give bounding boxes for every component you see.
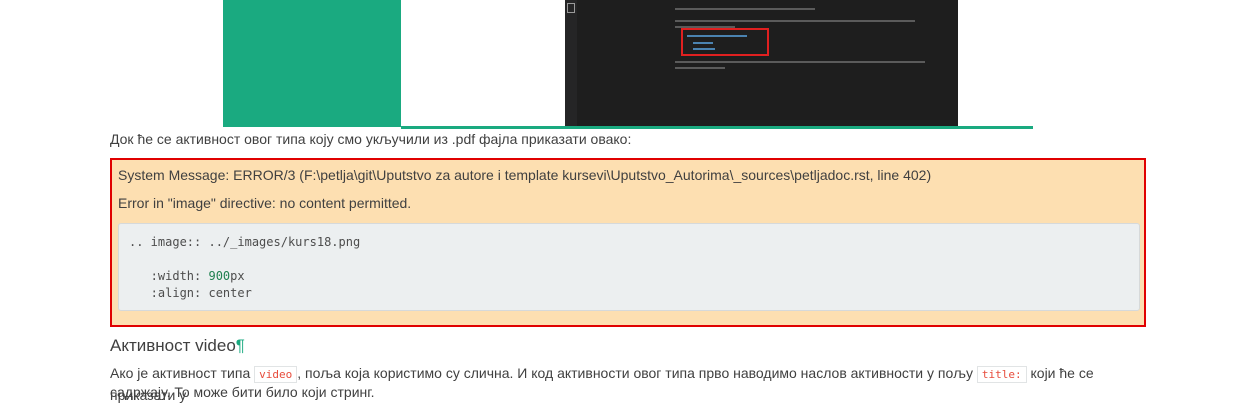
code-line-image: .. image:: ../_images/kurs18.png — [129, 235, 361, 249]
highlight-box — [681, 28, 769, 56]
figure-white-panel — [401, 0, 565, 127]
figure-editor-panel — [565, 0, 958, 127]
system-message-box: System Message: ERROR/3 (F:\petlja\git\U… — [110, 158, 1146, 327]
paragraph-line2: садржају. То може бити било који стринг. — [110, 384, 375, 400]
figure-green-panel — [223, 0, 401, 127]
editor-gutter — [565, 0, 577, 127]
inline-code-title: title: — [976, 366, 1027, 383]
code-line-width: :width: 900px — [129, 269, 245, 283]
figure-right-panel — [958, 0, 1033, 127]
code-block: .. image:: ../_images/kurs18.png :width:… — [118, 223, 1140, 311]
section-title: Активност video — [110, 336, 236, 355]
file-icon — [567, 3, 575, 13]
intro-text: Док ће се активност овог типа коју смо у… — [110, 131, 632, 147]
code-line-align: :align: center — [129, 286, 252, 300]
section-heading: Активност video¶ — [110, 336, 245, 356]
inline-code-video: video — [254, 366, 298, 383]
screenshot-figure — [223, 0, 1033, 130]
system-message-detail: Error in "image" directive: no content p… — [118, 195, 412, 211]
permalink-pilcrow[interactable]: ¶ — [236, 336, 245, 355]
system-message-title: System Message: ERROR/3 (F:\petlja\git\U… — [118, 167, 932, 183]
